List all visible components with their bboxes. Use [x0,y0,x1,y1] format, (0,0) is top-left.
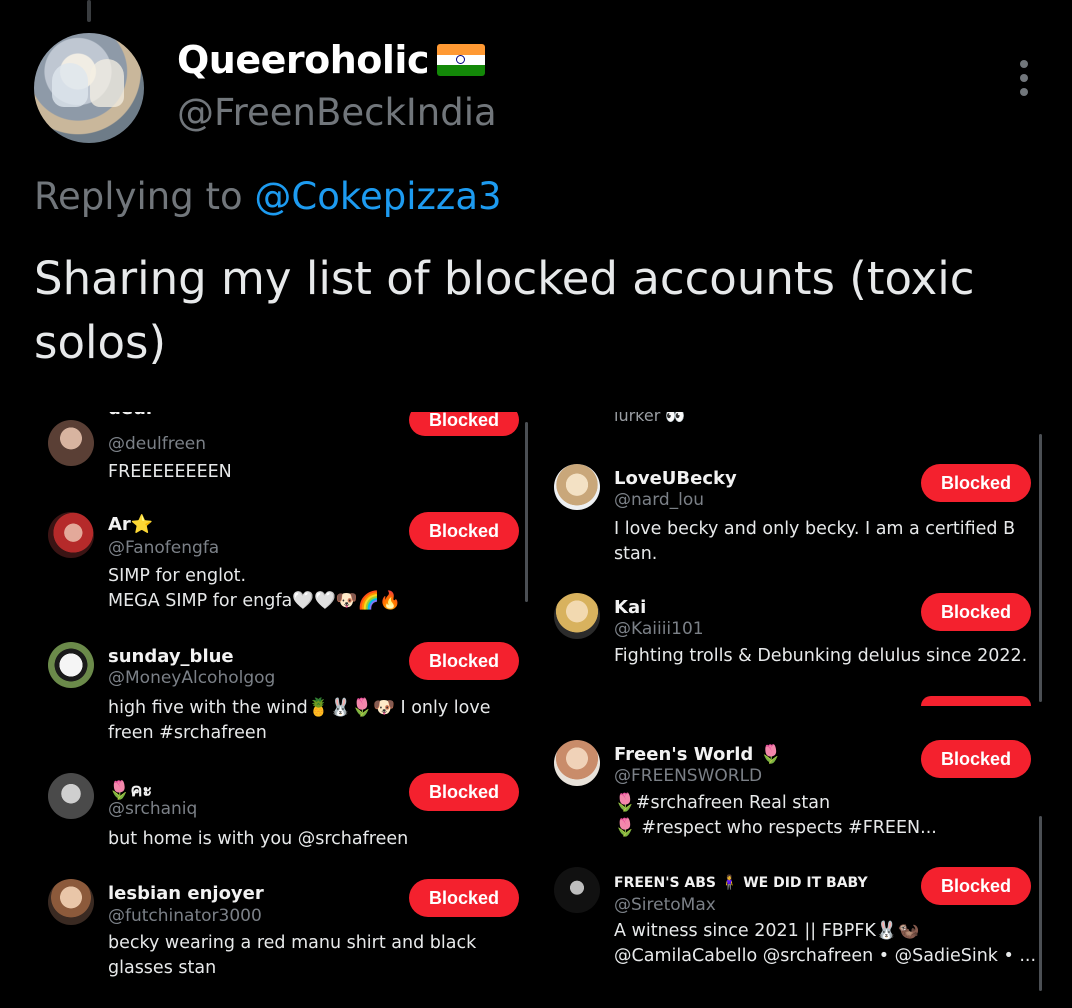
avatar [48,879,94,925]
avatar [48,773,94,819]
author-name-text: Queeroholic [177,38,429,82]
blocked-button[interactable]: Blocked [409,642,519,680]
tweet-text: Sharing my list of blocked accounts (tox… [34,252,975,369]
item-handle: @SiretoMax [614,895,716,915]
item-name: Ar⭐ [108,514,154,535]
item-bio: FREEEEEEEEN [108,462,232,482]
item-handle: @Fanofengfa [108,538,220,558]
blocked-button-cut[interactable] [921,696,1031,706]
item-bio: but home is with you @srchafreen [108,829,409,849]
author-handle[interactable]: @FreenBeckIndia [177,91,497,134]
item-bio: 🌷#srchafreen Real stan 🌷 #respect who re… [614,793,937,838]
blocked-button[interactable]: Blocked [921,464,1031,502]
cut-off-bio: lurker 👀 [614,412,686,425]
item-handle: @nard_lou [614,490,705,510]
thread-connector-line [87,0,91,22]
replying-to-line: Replying to @Cokepizza3 [34,175,502,218]
author-display-name[interactable]: Queeroholic [177,38,485,82]
cut-off-name: deul [108,412,152,419]
blocked-button[interactable]: Blocked [921,740,1031,778]
item-handle: @deulfreen [108,434,207,454]
more-options-icon[interactable] [1016,60,1032,96]
item-name: FREEN'S ABS 🧍‍♀️ WE DID IT BABY [614,875,868,891]
item-bio: A witness since 2021 || FBPFK🐰🦦 @CamilaC… [614,921,1037,966]
india-flag-icon [436,44,485,76]
item-bio: SIMP for englot. MEGA SIMP for engfa🤍🤍🐶🌈… [108,566,402,611]
scrollbar[interactable] [1039,434,1042,702]
scrollbar[interactable] [525,422,528,602]
item-handle: @futchinator3000 [108,906,262,926]
item-bio: becky wearing a red manu shirt and black… [108,933,477,978]
item-name: Kai [614,597,647,618]
avatar [554,593,600,639]
avatar [554,740,600,786]
blocked-button[interactable]: Blocked [409,412,519,436]
avatar [554,464,600,510]
blocked-button[interactable]: Blocked [409,773,519,811]
item-bio: high five with the wind🍍🐰🌷🐶 I only love … [108,698,491,743]
author-avatar[interactable] [34,33,144,143]
item-name: sunday_blue [108,646,234,667]
avatar [48,642,94,688]
item-name: LoveUBecky [614,468,737,489]
blocked-button[interactable]: Blocked [409,879,519,917]
replying-prefix: Replying to [34,175,243,218]
item-name: Freen's World 🌷 [614,744,782,765]
avatar [554,867,600,913]
replying-to-mention[interactable]: @Cokepizza3 [254,175,501,218]
blocked-button[interactable]: Blocked [409,512,519,550]
blocked-list-screenshot-left: deul Blocked @deulfreen FREEEEEEEEN Ar⭐ … [34,412,530,1008]
item-handle: @FREENSWORLD [614,766,763,786]
blocked-list-screenshot-right-top: lurker 👀 LoveUBecky @nard_lou I love bec… [540,412,1042,706]
avatar [48,512,94,558]
item-name: lesbian enjoyer [108,883,264,904]
item-handle: @srchaniq [108,799,198,819]
scrollbar[interactable] [1039,816,1042,991]
blocked-button[interactable]: Blocked [921,593,1031,631]
item-bio: I love becky and only becky. I am a cert… [614,519,1016,564]
item-bio: Fighting trolls & Debunking delulus sinc… [614,646,1028,666]
item-handle: @MoneyAlcoholgog [108,668,276,688]
blocked-list-screenshot-right-bottom: Freen's World 🌷 @FREENSWORLD 🌷#srchafree… [540,706,1042,1008]
avatar [48,420,94,466]
item-handle: @Kaiiii101 [614,619,704,639]
blocked-button[interactable]: Blocked [921,867,1031,905]
